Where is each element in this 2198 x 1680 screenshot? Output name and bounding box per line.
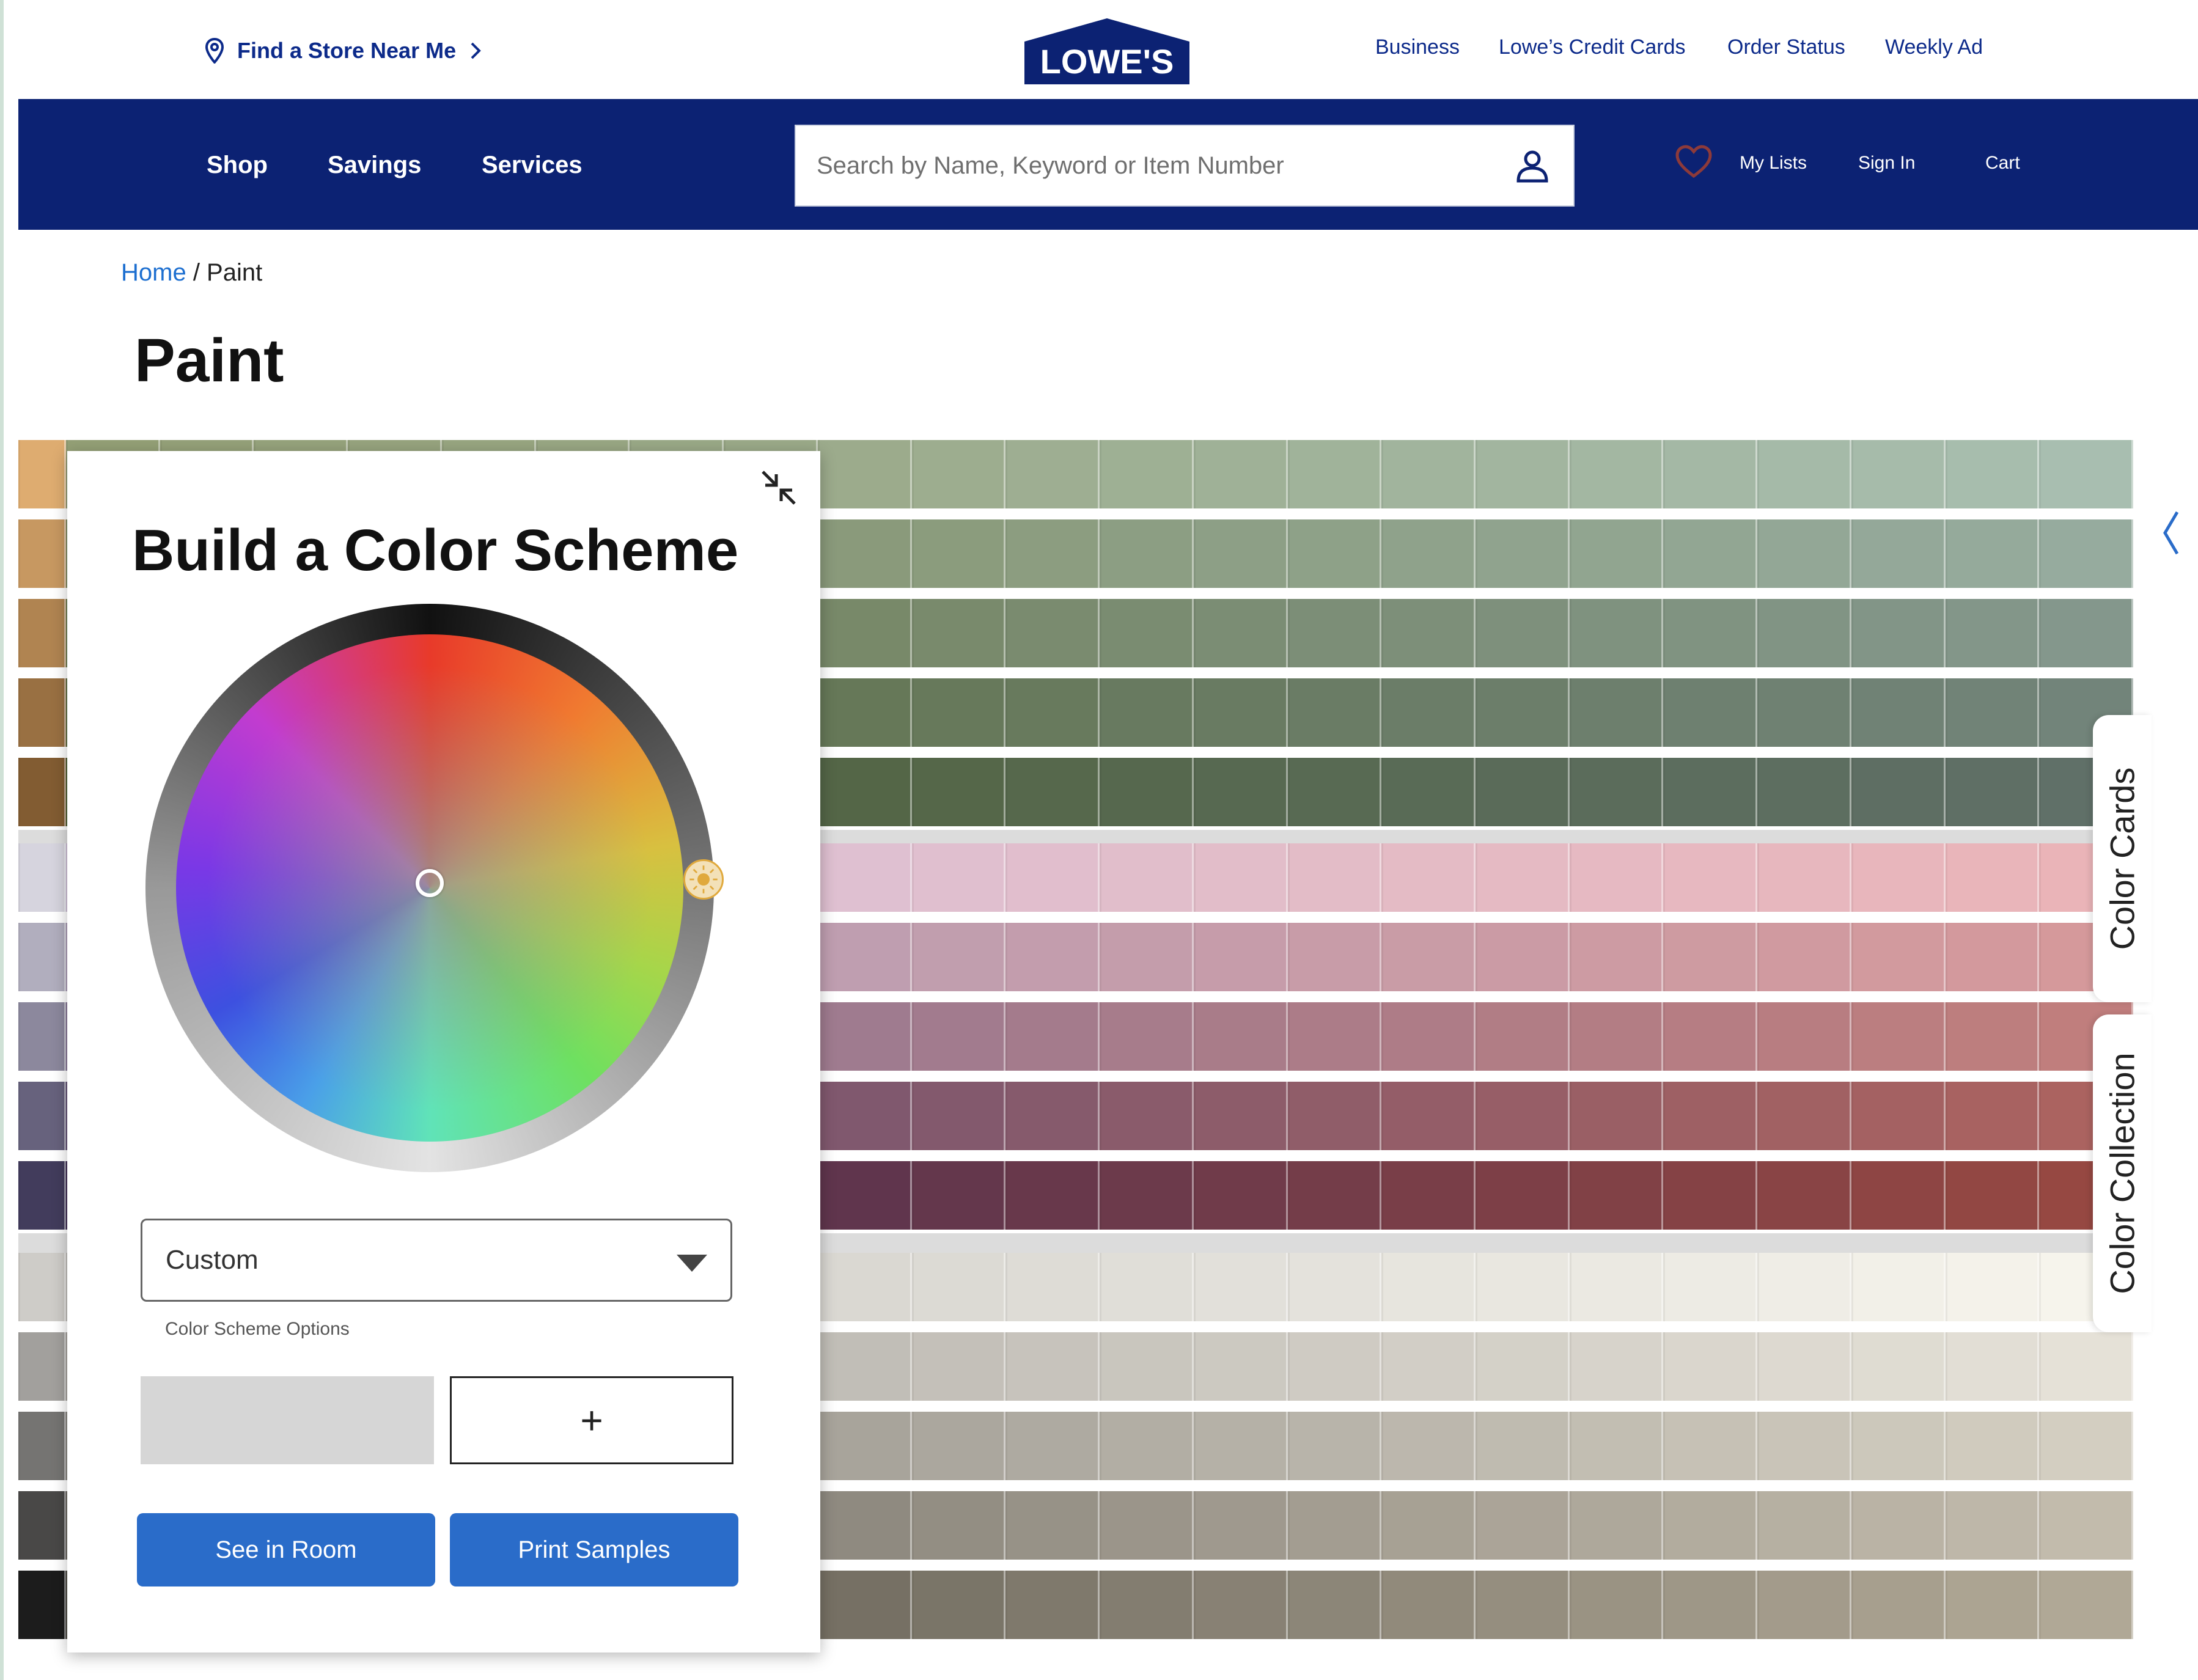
brightness-icon[interactable] (683, 859, 724, 900)
credit-cards-link[interactable]: Lowe’s Credit Cards (1499, 35, 1686, 59)
panel-title: Build a Color Scheme (132, 518, 739, 583)
print-samples-label: Print Samples (518, 1536, 671, 1563)
minimize-icon[interactable] (754, 463, 803, 512)
sign-in-link[interactable]: Sign In (1858, 153, 1915, 174)
find-store-label: Find a Store Near Me (237, 38, 457, 63)
lowes-logo[interactable]: LOWE'S (1020, 18, 1194, 84)
scheme-options-label: Color Scheme Options (165, 1319, 350, 1339)
breadcrumb: Home / Paint (121, 259, 262, 287)
scheme-select[interactable]: Custom (141, 1219, 732, 1302)
color-wheel-handle[interactable] (416, 869, 444, 897)
location-pin-icon (205, 38, 224, 64)
tab-color-cards-label: Color Cards (2103, 767, 2142, 950)
search-input[interactable] (817, 126, 1477, 205)
nav-shop[interactable]: Shop (207, 152, 268, 179)
add-symbol: + (580, 1398, 603, 1442)
page-title: Paint (134, 326, 284, 395)
page-left-border (0, 0, 4, 1680)
tab-color-cards[interactable]: Color Cards (2093, 715, 2152, 1002)
weekly-ad-link[interactable]: Weekly Ad (1885, 35, 1983, 59)
breadcrumb-home[interactable]: Home (121, 259, 186, 286)
see-in-room-label: See in Room (215, 1536, 357, 1563)
tab-color-collection[interactable]: Color Collection (2093, 1014, 2152, 1332)
find-store-link[interactable]: Find a Store Near Me (205, 29, 482, 72)
nav-services[interactable]: Services (482, 152, 583, 179)
scheme-select-value: Custom (166, 1245, 259, 1275)
color-scheme-panel: Build a Color Scheme Custom Color Scheme… (67, 451, 820, 1652)
breadcrumb-current: Paint (207, 259, 263, 286)
selected-color-slot[interactable] (141, 1376, 434, 1464)
breadcrumb-separator: / (186, 259, 207, 286)
chevron-left-icon[interactable] (2160, 508, 2182, 557)
cart-link[interactable]: Cart (1985, 153, 2020, 174)
see-in-room-button[interactable]: See in Room (137, 1513, 435, 1586)
account-icon[interactable] (1516, 149, 1549, 183)
heart-icon[interactable] (1675, 144, 1713, 180)
logo-text: LOWE'S (1040, 42, 1174, 81)
my-lists-link[interactable]: My Lists (1740, 153, 1807, 174)
chevron-right-icon (471, 42, 481, 59)
order-status-link[interactable]: Order Status (1727, 35, 1845, 59)
print-samples-button[interactable]: Print Samples (450, 1513, 738, 1586)
tab-color-collection-label: Color Collection (2103, 1052, 2142, 1294)
business-link[interactable]: Business (1375, 35, 1460, 59)
caret-down-icon (677, 1255, 707, 1272)
add-color-button[interactable]: + (450, 1376, 733, 1464)
nav-savings[interactable]: Savings (328, 152, 421, 179)
search-box (795, 125, 1575, 207)
